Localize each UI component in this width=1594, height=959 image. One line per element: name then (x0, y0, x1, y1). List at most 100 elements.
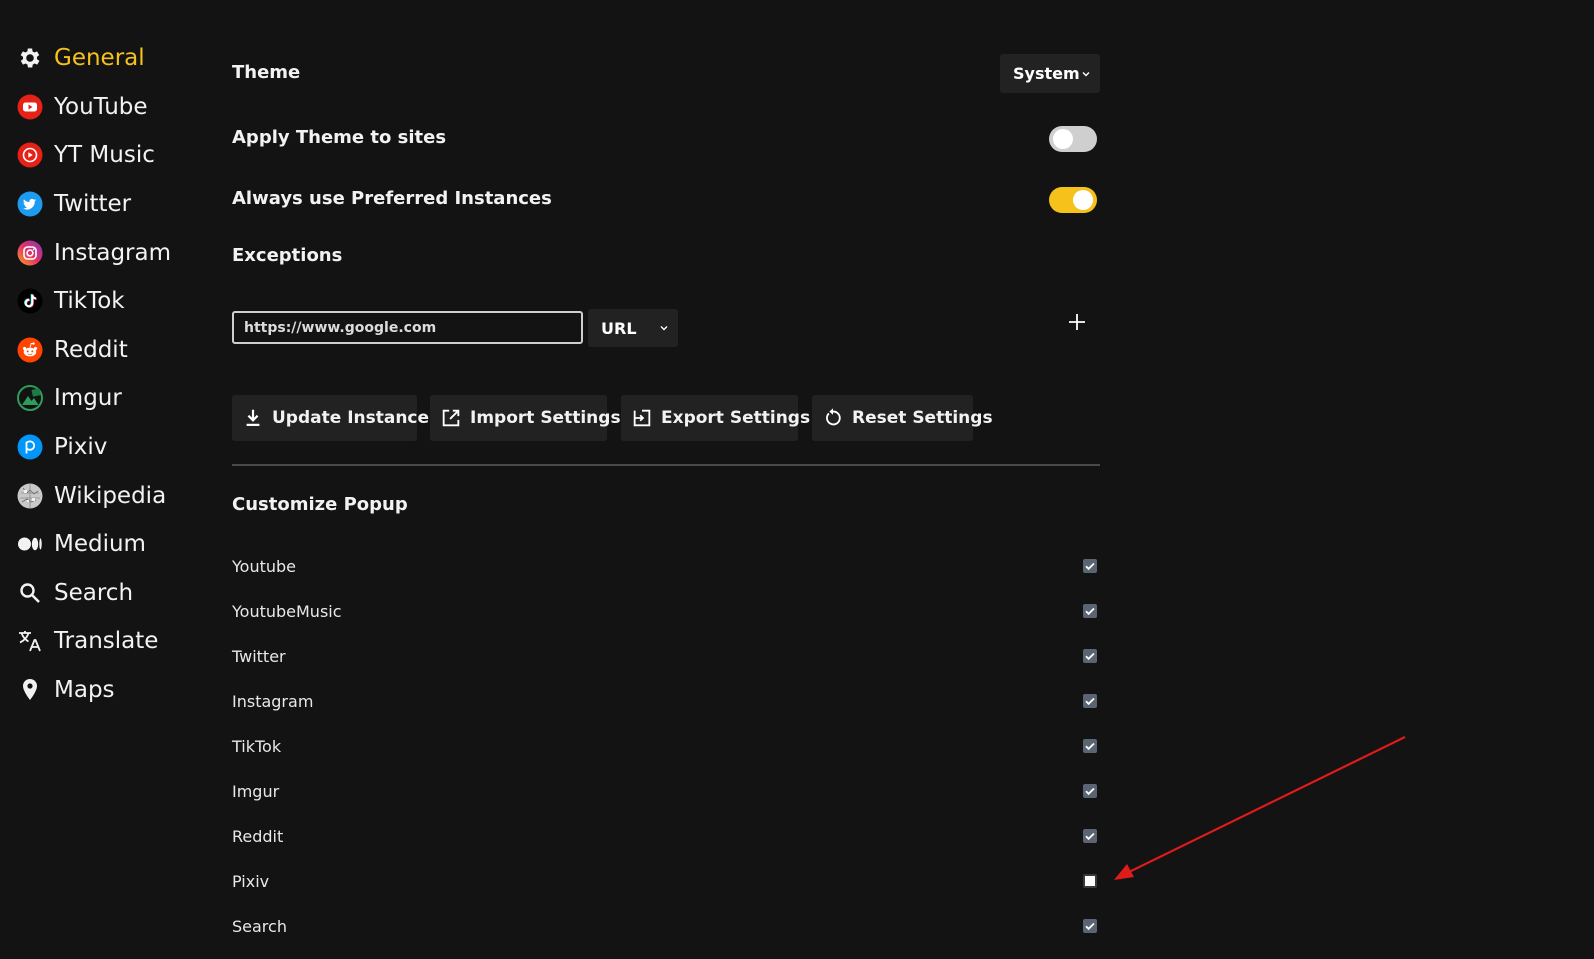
popup-item-checkbox[interactable] (1083, 874, 1097, 888)
exceptions-label: Exceptions (232, 245, 343, 266)
sidebar-item-youtube[interactable]: YouTube (17, 83, 207, 132)
sidebar-item-general[interactable]: General (17, 34, 207, 83)
export-icon (633, 409, 651, 427)
popup-item-label: TikTok (232, 737, 282, 756)
exception-type-select[interactable]: URL (588, 309, 678, 347)
popup-item-checkbox[interactable] (1083, 784, 1097, 798)
import-settings-button[interactable]: Import Settings (430, 395, 621, 441)
youtube-icon (17, 94, 43, 120)
translate-icon (17, 628, 43, 654)
sidebar-item-reddit[interactable]: Reddit (17, 326, 207, 375)
button-label: Import Settings (470, 408, 621, 428)
chevron-down-icon (660, 326, 668, 331)
popup-item-checkbox[interactable] (1083, 919, 1097, 933)
check-icon (1085, 607, 1095, 616)
apply-theme-toggle[interactable] (1049, 126, 1097, 152)
toggle-knob (1053, 129, 1073, 149)
sidebar-item-label: Reddit (54, 336, 128, 363)
sidebar-item-label: Imgur (54, 385, 122, 412)
popup-item-search: Search (232, 917, 1100, 941)
reddit-icon (17, 337, 43, 363)
popup-item-label: Twitter (232, 647, 286, 666)
sidebar-item-label: Search (54, 579, 134, 606)
sidebar-item-instagram[interactable]: Instagram (17, 228, 207, 277)
imgur-icon (17, 385, 43, 412)
sidebar-item-translate[interactable]: Translate (17, 617, 207, 666)
exception-type-value: URL (601, 318, 637, 338)
popup-item-instagram: Instagram (232, 692, 1100, 716)
reset-icon (826, 408, 841, 426)
add-exception-button[interactable] (1067, 312, 1087, 332)
preferred-instances-label: Always use Preferred Instances (232, 188, 552, 209)
search-icon (17, 580, 43, 606)
popup-item-checkbox[interactable] (1083, 649, 1097, 663)
apply-theme-label: Apply Theme to sites (232, 127, 447, 148)
sidebar-item-twitter[interactable]: Twitter (17, 180, 207, 229)
popup-item-label: Pixiv (232, 872, 270, 891)
sidebar-item-medium[interactable]: Medium (17, 520, 207, 569)
popup-item-label: Youtube (232, 557, 296, 576)
popup-item-label: Reddit (232, 827, 284, 846)
popup-item-label: Imgur (232, 782, 280, 801)
popup-item-youtube: Youtube (232, 557, 1100, 581)
medium-icon (17, 531, 43, 557)
external-link-icon (442, 409, 460, 427)
popup-item-youtubemusic: YoutubeMusic (232, 602, 1100, 626)
popup-item-checkbox[interactable] (1083, 694, 1097, 708)
sidebar-item-pixiv[interactable]: Pixiv (17, 423, 207, 472)
popup-item-label: Instagram (232, 692, 314, 711)
popup-item-pixiv: Pixiv (232, 872, 1100, 896)
sidebar-item-label: Maps (54, 677, 115, 704)
theme-select-value: System (1013, 64, 1080, 83)
preferred-instances-toggle[interactable] (1049, 187, 1097, 213)
check-icon (1085, 922, 1095, 931)
popup-item-checkbox[interactable] (1083, 739, 1097, 753)
sidebar-item-label: Instagram (54, 239, 172, 266)
chevron-down-icon (1082, 71, 1090, 76)
wikipedia-icon (17, 483, 43, 509)
gear-icon (17, 45, 43, 71)
popup-item-reddit: Reddit (232, 827, 1100, 851)
sidebar-item-wikipedia[interactable]: Wikipedia (17, 471, 207, 520)
instagram-icon (17, 240, 43, 266)
twitter-icon (17, 191, 43, 217)
sidebar-item-label: Wikipedia (54, 482, 167, 509)
sidebar-item-label: TikTok (54, 288, 125, 315)
popup-item-label: YoutubeMusic (232, 602, 342, 621)
popup-item-checkbox[interactable] (1083, 559, 1097, 573)
reset-settings-button[interactable]: Reset Settings (812, 395, 993, 441)
theme-select[interactable]: System (1000, 54, 1100, 93)
popup-item-tiktok: TikTok (232, 737, 1100, 761)
exception-url-input[interactable] (232, 311, 583, 344)
popup-item-twitter: Twitter (232, 647, 1100, 671)
sidebar-item-search[interactable]: Search (17, 569, 207, 618)
sidebar-item-label: YouTube (54, 93, 148, 120)
button-label: Reset Settings (852, 408, 993, 428)
check-icon (1085, 787, 1095, 796)
button-label: Update Instances (272, 408, 440, 428)
check-icon (1085, 742, 1095, 751)
sidebar: General YouTube YT Music Twitter Instagr… (17, 34, 207, 714)
popup-item-checkbox[interactable] (1083, 829, 1097, 843)
export-settings-button[interactable]: Export Settings (621, 395, 810, 441)
update-instances-button[interactable]: Update Instances (232, 395, 439, 441)
sidebar-item-tiktok[interactable]: TikTok (17, 277, 207, 326)
annotation-arrow (1114, 736, 1406, 880)
popup-item-label: Search (232, 917, 287, 936)
theme-label: Theme (232, 62, 301, 83)
sidebar-item-maps[interactable]: Maps (17, 666, 207, 715)
pixiv-icon (17, 434, 43, 460)
popup-item-imgur: Imgur (232, 782, 1100, 806)
sidebar-item-label: Pixiv (54, 434, 108, 461)
section-divider (232, 464, 1100, 466)
sidebar-item-label: YT Music (54, 142, 155, 169)
toggle-knob (1073, 190, 1093, 210)
sidebar-item-imgur[interactable]: Imgur (17, 374, 207, 423)
button-label: Export Settings (661, 408, 811, 428)
popup-item-checkbox[interactable] (1083, 604, 1097, 618)
sidebar-item-label: Medium (54, 531, 146, 558)
tiktok-icon (17, 288, 43, 314)
check-icon (1085, 697, 1095, 706)
sidebar-item-yt-music[interactable]: YT Music (17, 131, 207, 180)
download-icon (246, 409, 260, 426)
